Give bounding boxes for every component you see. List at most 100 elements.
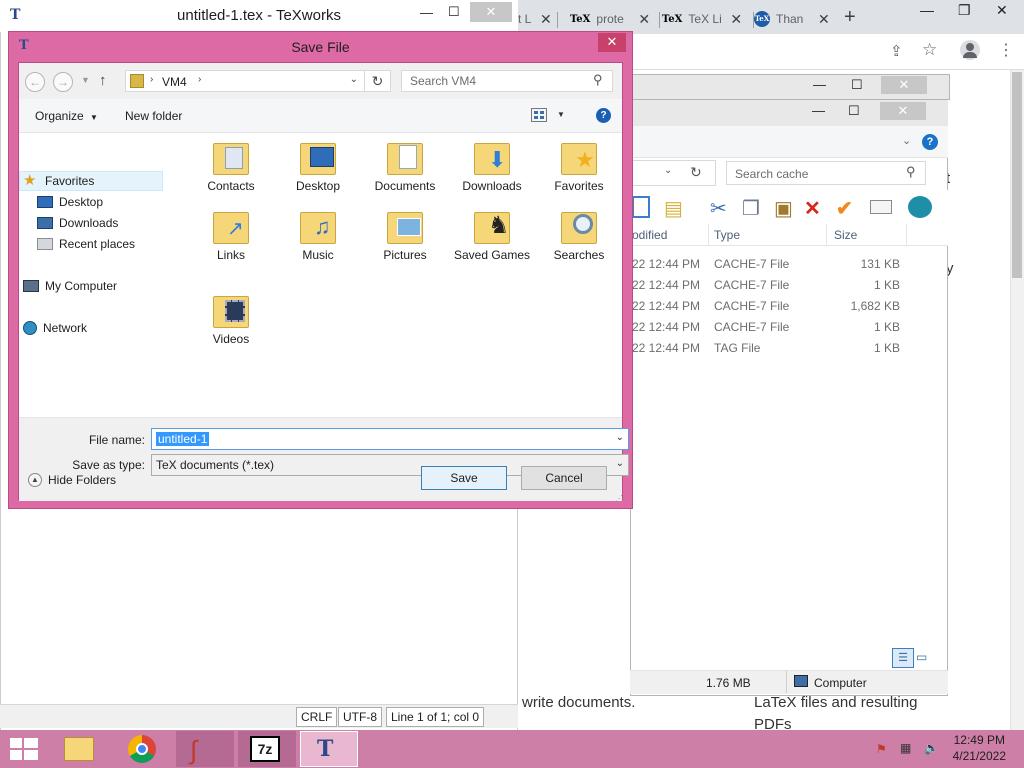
search-input[interactable]: Search VM4 [401, 70, 613, 92]
cut-icon[interactable]: ✂ [710, 196, 727, 221]
close-icon[interactable]: ✕ [996, 2, 1008, 19]
folder-music[interactable]: ♫ Music [278, 206, 358, 276]
close-icon[interactable]: ✕ [638, 11, 650, 28]
browser-tab[interactable]: TeX prote ✕ [570, 4, 660, 34]
restore-icon[interactable]: ❐ [958, 2, 971, 19]
explorer-address-bar[interactable]: ⌄ ↻ [630, 160, 716, 186]
browser-tab[interactable]: TeX Than ✕ [754, 4, 844, 34]
nav-item-favorites[interactable]: ★ Favorites [23, 171, 94, 191]
texworks-curve-icon[interactable]: ∫ [176, 731, 234, 767]
cancel-button[interactable]: Cancel [521, 466, 607, 490]
folder-documents[interactable]: Documents [365, 137, 445, 207]
close-icon[interactable]: ✕ [880, 102, 926, 120]
explorer-search-input[interactable]: Search cache [726, 161, 926, 185]
view-pane-icon[interactable] [632, 196, 650, 218]
browser-tab-partial[interactable]: t L ✕ [518, 4, 558, 34]
close-icon[interactable]: ✕ [598, 33, 626, 52]
encoding-status[interactable]: UTF-8 [338, 707, 382, 727]
texworks-icon[interactable]: T [300, 731, 358, 767]
file-row[interactable]: 22 12:44 PM CACHE-7 File 1 KB [630, 274, 930, 295]
close-icon[interactable]: ✕ [881, 76, 927, 94]
nav-item-my-computer[interactable]: My Computer [23, 276, 117, 296]
minimize-icon[interactable]: — [812, 103, 825, 118]
system-clock[interactable]: 12:49 PM 4/21/2022 [953, 732, 1006, 764]
maximize-icon[interactable]: ☐ [851, 77, 863, 93]
chevron-down-icon[interactable]: ⌄ [350, 74, 358, 85]
folder-links[interactable]: ↗ Links [191, 206, 271, 276]
back-icon[interactable]: ← [25, 72, 45, 92]
close-icon[interactable]: ✕ [818, 11, 830, 28]
maximize-icon[interactable]: ☐ [448, 4, 460, 20]
check-icon[interactable]: ✔ [836, 196, 853, 221]
address-path[interactable]: VM4 [162, 75, 187, 89]
folder-downloads[interactable]: ⬇ Downloads [452, 137, 532, 207]
maximize-icon[interactable]: ☐ [848, 103, 860, 119]
minimize-icon[interactable]: — [920, 2, 934, 18]
nav-item-network[interactable]: Network [23, 318, 87, 338]
chevron-right-icon[interactable]: › [150, 74, 153, 85]
up-arrow-icon[interactable]: ↑ [99, 72, 107, 89]
folder-pictures[interactable]: Pictures [365, 206, 445, 276]
file-name-input[interactable]: untitled-1 ⌄ [151, 428, 629, 450]
minimize-icon[interactable]: — [420, 5, 433, 20]
file-row[interactable]: 22 12:44 PM TAG File 1 KB [630, 337, 930, 358]
save-button[interactable]: Save [421, 466, 507, 490]
paste-icon[interactable]: ▣ [774, 196, 793, 221]
address-bar[interactable]: › VM4 › ⌄ [125, 70, 365, 92]
file-explorer-icon[interactable] [50, 731, 108, 767]
network-tray-icon[interactable]: ▦ [900, 741, 911, 755]
close-icon[interactable]: ✕ [540, 11, 552, 28]
folder-favorites[interactable]: ★ Favorites [539, 137, 619, 207]
7zip-icon[interactable]: 7z [238, 731, 296, 767]
nav-item-recent-places[interactable]: Recent places [37, 234, 135, 254]
folder-searches[interactable]: Searches [539, 206, 619, 276]
browser-tab[interactable]: TeX TeX Li ✕ [662, 4, 754, 34]
details-view-icon[interactable]: ☰ [892, 648, 914, 668]
copy-icon[interactable]: ❐ [742, 196, 760, 221]
refresh-icon[interactable]: ↻ [690, 164, 702, 181]
action-center-flag-icon[interactable]: ⚑ [876, 742, 887, 756]
help-icon[interactable]: ? [922, 134, 938, 150]
organize-button[interactable]: Organize ▼ [35, 109, 98, 123]
folder-saved-games[interactable]: ♞ Saved Games [452, 206, 532, 276]
folder-contacts[interactable]: Contacts [191, 137, 271, 207]
scrollbar-thumb[interactable] [1012, 72, 1022, 278]
start-windows-icon[interactable] [10, 738, 38, 760]
menu-dots-icon[interactable]: ⋮ [998, 40, 1014, 60]
close-icon[interactable]: ✕ [470, 2, 512, 22]
volume-icon[interactable]: 🔈 [924, 741, 939, 755]
refresh-icon[interactable]: ↻ [365, 70, 391, 92]
line-ending-status[interactable]: CRLF [296, 707, 338, 727]
column-modified[interactable]: odified [632, 228, 667, 242]
delete-icon[interactable]: ✕ [804, 196, 821, 221]
view-options-icon[interactable] [531, 108, 547, 122]
chevron-down-icon[interactable]: ▼ [557, 110, 565, 119]
file-row[interactable]: 22 12:44 PM CACHE-7 File 131 KB [630, 253, 930, 274]
resize-grip-icon[interactable]: ⋰ [615, 494, 623, 503]
nav-item-desktop[interactable]: Desktop [37, 192, 103, 212]
close-icon[interactable]: ✕ [730, 11, 742, 28]
profile-avatar-icon[interactable] [960, 40, 980, 60]
bookmark-star-icon[interactable]: ☆ [922, 40, 937, 60]
file-row[interactable]: 22 12:44 PM CACHE-7 File 1,682 KB [630, 295, 930, 316]
large-icons-view-icon[interactable]: ▭ [916, 650, 934, 666]
chrome-icon[interactable] [114, 731, 172, 767]
column-type[interactable]: Type [714, 228, 740, 242]
chevron-down-icon[interactable]: ⌄ [616, 432, 624, 443]
new-tab-icon[interactable]: + [844, 6, 856, 29]
chevron-down-icon[interactable]: ▼ [81, 75, 90, 85]
new-folder-button[interactable]: New folder [125, 109, 182, 123]
shell-icon[interactable] [908, 196, 932, 218]
chevron-down-icon[interactable]: ⌄ [616, 458, 624, 469]
file-row[interactable]: 22 12:44 PM CACHE-7 File 1 KB [630, 316, 930, 337]
folder-desktop[interactable]: Desktop [278, 137, 358, 207]
share-icon[interactable]: ⇪ [890, 42, 903, 60]
hide-folders-button[interactable]: ▲ Hide Folders [28, 473, 116, 487]
minimize-icon[interactable]: — [813, 77, 826, 92]
column-size[interactable]: Size [834, 228, 857, 242]
chevron-right-icon[interactable]: › [198, 74, 201, 85]
nav-item-downloads[interactable]: Downloads [37, 213, 118, 233]
rename-icon[interactable] [870, 200, 892, 214]
forward-icon[interactable]: → [53, 72, 73, 92]
chevron-down-icon[interactable]: ⌄ [664, 165, 672, 176]
